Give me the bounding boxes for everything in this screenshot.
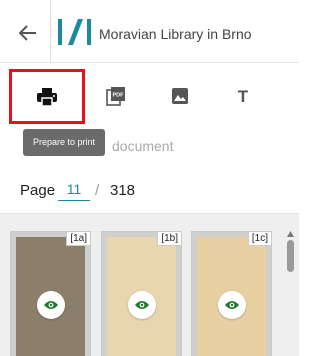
thumbnail-panel: [1a] [1b] [1c] xyxy=(0,213,299,356)
print-button[interactable] xyxy=(9,69,85,124)
thumbnail-1a[interactable]: [1a] xyxy=(10,231,91,356)
page-number-input[interactable] xyxy=(58,177,90,201)
scroll-thumb[interactable] xyxy=(287,240,294,272)
kramerius-logo-icon[interactable] xyxy=(56,17,94,47)
eye-icon[interactable] xyxy=(128,291,156,319)
thumbnail-1b[interactable]: [1b] xyxy=(101,231,182,356)
arrow-left-icon xyxy=(19,25,36,41)
action-toolbar: PDF T xyxy=(0,64,299,124)
back-button[interactable] xyxy=(14,21,42,45)
print-icon xyxy=(37,87,57,107)
thumbnail-1c[interactable]: [1c] xyxy=(191,231,272,356)
svg-text:PDF: PDF xyxy=(113,93,125,99)
thumbnail-label: [1a] xyxy=(66,232,90,246)
page-total: 318 xyxy=(110,182,136,199)
thumbnail-label: [1b] xyxy=(157,232,181,246)
pdf-icon: PDF xyxy=(106,87,125,106)
thumbnail-label: [1c] xyxy=(247,232,271,246)
print-tooltip: Prepare to print xyxy=(23,129,105,156)
svg-text:T: T xyxy=(238,87,249,105)
image-icon xyxy=(172,88,188,104)
app-header: Moravian Library in Brno xyxy=(0,0,299,63)
text-button[interactable]: T xyxy=(225,78,261,114)
image-button[interactable] xyxy=(162,78,198,114)
eye-icon[interactable] xyxy=(218,291,246,319)
thumbnail-scrollbar[interactable] xyxy=(287,231,294,356)
text-icon: T xyxy=(238,87,249,105)
pdf-button[interactable]: PDF xyxy=(98,78,134,114)
eye-icon[interactable] xyxy=(37,291,65,319)
page-navigator: Page / 318 xyxy=(0,173,299,207)
library-name[interactable]: Moravian Library in Brno xyxy=(99,26,252,42)
header-divider xyxy=(50,0,51,63)
page-separator: / xyxy=(95,182,100,199)
scroll-up-icon[interactable] xyxy=(287,231,294,237)
page-label: Page xyxy=(20,182,56,199)
document-label: document xyxy=(112,138,174,154)
